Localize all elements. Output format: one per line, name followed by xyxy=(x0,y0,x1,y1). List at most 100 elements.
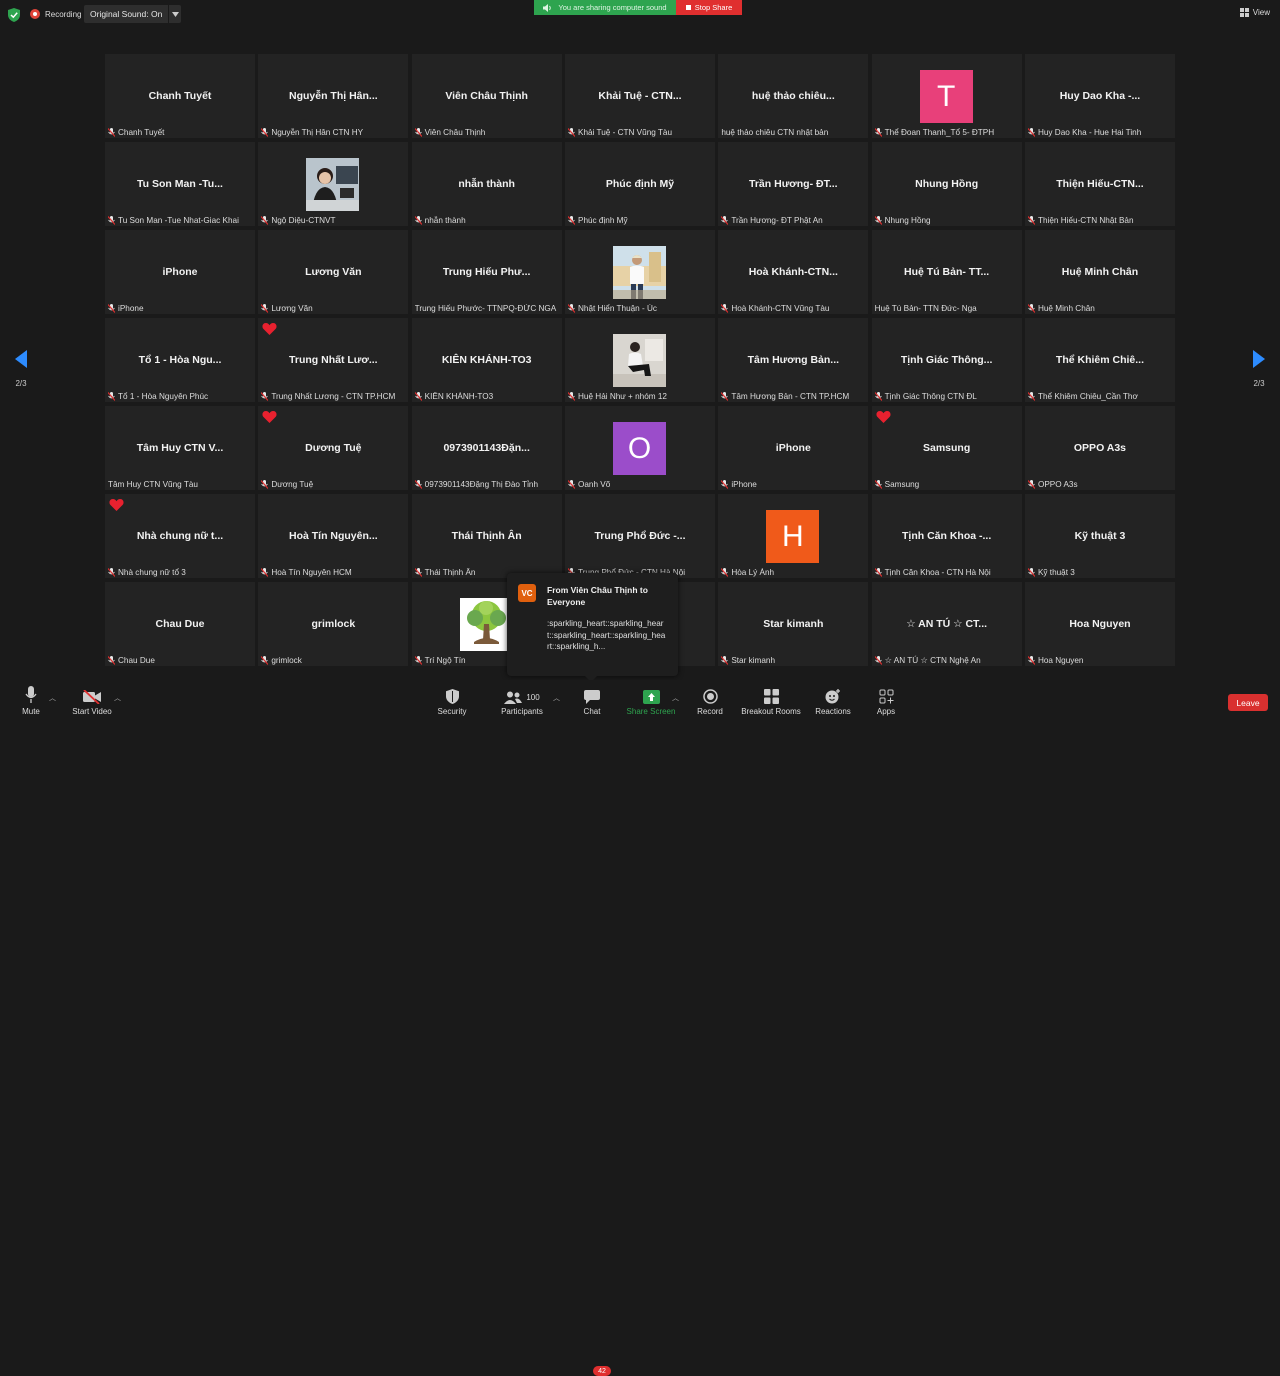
shield-icon xyxy=(445,689,459,704)
chevron-down-icon[interactable] xyxy=(169,5,182,23)
participant-tile[interactable]: Nguyễn Thị Hân... Nguyễn Thị Hân CTN HY xyxy=(258,54,409,138)
participant-tile[interactable]: OPPO A3s OPPO A3s xyxy=(1024,406,1175,490)
participant-label-text: huệ thảo chiêu CTN nhật bản xyxy=(721,128,829,137)
chat-label: Chat xyxy=(583,707,601,716)
participant-tile[interactable]: Huệ Minh Chân Huệ Minh Chân xyxy=(1024,230,1175,314)
participant-tile[interactable]: Trung Phổ Đức -...Trung Phổ Đức - CTN Hà… xyxy=(564,494,715,578)
muted-mic-icon xyxy=(874,655,882,665)
participant-tile[interactable]: Huy Dao Kha -... Huy Dao Kha - Hue Hai Ti… xyxy=(1024,54,1175,138)
video-options-caret-icon[interactable]: ︿ xyxy=(114,693,121,703)
participant-tile[interactable]: Tịnh Căn Khoa -... Tịnh Căn Khoa - CTN Hà… xyxy=(871,494,1022,578)
participant-tile[interactable]: H Hòa Lý Ánh xyxy=(718,494,869,578)
participant-tile[interactable]: Nhà chung nữ t... Nhà chung nữ tổ 3 xyxy=(105,494,255,578)
view-label: View xyxy=(1252,8,1270,17)
original-sound-toggle[interactable]: Original Sound: On xyxy=(84,5,182,23)
muted-mic-icon xyxy=(108,304,115,313)
record-icon xyxy=(702,689,718,704)
participant-tile[interactable]: 0973901143Đặn... 0973901143Đặng Thị Đào T… xyxy=(411,406,562,490)
previous-page-button[interactable]: 2/3 xyxy=(8,350,34,388)
share-screen-button[interactable]: Share Screen xyxy=(624,680,678,720)
participant-tile[interactable]: Tâm Huy CTN V... Tâm Huy CTN Vũng Tàu xyxy=(105,406,255,490)
next-page-button[interactable]: 2/3 xyxy=(1246,350,1272,388)
reactions-button[interactable]: Reactions xyxy=(814,680,852,720)
participant-label-text: Trí Ngộ Tín xyxy=(424,656,466,665)
chat-button[interactable]: Chat xyxy=(576,680,608,720)
participant-tile[interactable]: Samsung Samsung xyxy=(871,406,1022,490)
participant-label: Huy Dao Kha - Hue Hai Tinh xyxy=(1027,128,1173,137)
participant-label-text: Phúc định Mỹ xyxy=(577,216,628,225)
muted-mic-icon xyxy=(1027,656,1035,665)
participant-tile[interactable]: Dương Tuệ Dương Tuệ xyxy=(258,406,409,490)
participant-label-text: Hòa Lý Ánh xyxy=(731,568,775,577)
participant-tile[interactable]: Viên Châu Thịnh Viên Châu Thịnh xyxy=(411,54,562,138)
participant-label: Tâm Hương Bản - CTN TP.HCM xyxy=(721,392,866,401)
participant-tile[interactable]: Tổ 1 - Hòa Ngu... Tổ 1 - Hòa Nguyên Phúc xyxy=(105,318,255,402)
breakout-rooms-button[interactable]: Breakout Rooms xyxy=(740,680,802,720)
start-video-button[interactable]: Start Video xyxy=(68,680,116,720)
participant-tile[interactable]: ☆ AN TÚ ☆ CT... ☆ AN TÚ ☆ CTN Nghệ An xyxy=(871,582,1022,666)
participant-tile[interactable]: huệ thảo chiêu... huệ thảo chiêu CTN nhật… xyxy=(718,54,869,138)
participant-tile[interactable]: iPhone iPhone xyxy=(105,230,255,314)
participant-tile[interactable]: nhẫn thành nhẫn thành xyxy=(411,142,562,226)
participants-button[interactable]: 100 Participants xyxy=(498,680,546,720)
mute-button[interactable]: Mute xyxy=(13,680,49,720)
participant-tile[interactable]: Phúc định Mỹ Phúc định Mỹ xyxy=(564,142,715,226)
participant-tile[interactable]: Tịnh Giác Thông... Tịnh Giác Thông CTN ĐL xyxy=(871,318,1022,402)
speaker-icon xyxy=(543,3,552,12)
muted-mic-icon xyxy=(567,480,575,489)
participant-tile[interactable]: Huệ Tú Bản- TT... Huệ Tú Bản- TTN Đức- Ng… xyxy=(871,230,1022,314)
apps-button[interactable]: Apps xyxy=(870,680,902,720)
participant-tile[interactable]: Trần Hương- ĐT... Trần Hương- ĐT Phật An xyxy=(718,142,869,226)
security-shield-icon[interactable] xyxy=(8,8,20,22)
view-button[interactable]: View xyxy=(1239,8,1270,17)
stop-share-button[interactable]: Stop Share xyxy=(676,0,742,15)
participant-label-text: Tịnh Giác Thông CTN ĐL xyxy=(884,392,977,401)
participant-tile[interactable]: T Thể Đoan Thanh_Tổ 5- ĐTPH xyxy=(871,54,1022,138)
participant-tile[interactable]: Hoà Khánh-CTN... Hoà Khánh-CTN Vũng Tàu xyxy=(718,230,869,314)
original-sound-label[interactable]: Original Sound: On xyxy=(84,5,169,23)
share-options-caret-icon[interactable]: ︿ xyxy=(672,693,679,703)
participant-tile[interactable]: iPhone iPhone xyxy=(718,406,869,490)
participant-tile[interactable]: Thể Khiêm Chiê... Thể Khiêm Chiêu_Cần Thơ xyxy=(1024,318,1175,402)
participant-label: Oanh Võ xyxy=(567,480,713,489)
participant-tile[interactable]: Hoà Tín Nguyên... Hoà Tín Nguyên HCM xyxy=(258,494,409,578)
participant-label-text: nhẫn thành xyxy=(424,216,466,225)
participant-tile[interactable]: Trung Hiếu Phư... Trung Hiếu Phước- TTNPQ… xyxy=(411,230,562,314)
record-button[interactable]: Record xyxy=(693,680,727,720)
chat-notification-popup[interactable]: VC From Viên Châu Thịnh to Everyone :spa… xyxy=(507,573,678,682)
security-button[interactable]: Security xyxy=(434,680,470,720)
participant-tile[interactable]: Huệ Hải Như + nhóm 12 xyxy=(564,318,715,402)
audio-options-caret-icon[interactable]: ︿ xyxy=(49,693,56,703)
participant-tile[interactable]: Nhung Hồng Nhung Hồng xyxy=(871,142,1022,226)
participant-tile[interactable]: O Oanh Võ xyxy=(564,406,715,490)
participant-name: Hoà Khánh-CTN... xyxy=(748,266,838,278)
participant-photo xyxy=(459,598,513,651)
participant-tile[interactable]: Chanh Tuyết Chanh Tuyết xyxy=(105,54,255,138)
participant-tile[interactable]: Star kimanh Star kimanh xyxy=(718,582,869,666)
participant-label-text: Tịnh Căn Khoa - CTN Hà Nội xyxy=(884,568,991,577)
participant-tile[interactable]: Kỹ thuật 3 Kỹ thuật 3 xyxy=(1024,494,1175,578)
participant-tile[interactable]: Trung Nhất Lươ... Trung Nhất Lương - CTN … xyxy=(258,318,409,402)
participant-label: iPhone xyxy=(108,304,253,313)
participant-label-text: Thiện Hiếu-CTN Nhật Bản xyxy=(1037,216,1134,225)
participant-tile[interactable]: Thái Thịnh Ân Thái Thịnh Ân xyxy=(411,494,562,578)
participant-tile[interactable]: Khải Tuệ - CTN... Khải Tuệ - CTN Vũng Tàu xyxy=(564,54,715,138)
participant-label: Star kimanh xyxy=(721,656,866,665)
grid-view-icon xyxy=(1239,8,1249,17)
participant-tile[interactable]: Nhật Hiển Thuận - Úc xyxy=(564,230,715,314)
participant-tile[interactable]: Lương Văn Lương Văn xyxy=(258,230,409,314)
participant-tile[interactable]: KIÊN KHÁNH-TO3 KIÊN KHÁNH-TO3 xyxy=(411,318,562,402)
participant-tile[interactable]: grimlock grimlock xyxy=(258,582,409,666)
participant-tile[interactable]: Tu Son Man -Tu... Tu Son Man -Tue Nhat-Gi… xyxy=(105,142,255,226)
participant-tile[interactable]: Ngộ Diệu-CTNVT xyxy=(258,142,409,226)
participant-label: Tịnh Căn Khoa - CTN Hà Nội xyxy=(874,568,1020,577)
participants-caret-icon[interactable]: ︿ xyxy=(553,693,560,703)
muted-mic-icon xyxy=(721,216,729,225)
participant-tile[interactable]: Hoa Nguyen Hoa Nguyen xyxy=(1024,582,1175,666)
participant-tile[interactable]: Tâm Hương Bản... Tâm Hương Bản - CTN TP.H… xyxy=(718,318,869,402)
participant-tile[interactable]: Chau Due Chau Due xyxy=(105,582,255,666)
participant-photo xyxy=(612,246,666,299)
recording-indicator[interactable]: Recording xyxy=(30,6,81,22)
leave-button[interactable]: Leave xyxy=(1228,694,1268,711)
participant-tile[interactable]: Thiện Hiếu-CTN... Thiện Hiếu-CTN Nhật Bản xyxy=(1024,142,1175,226)
